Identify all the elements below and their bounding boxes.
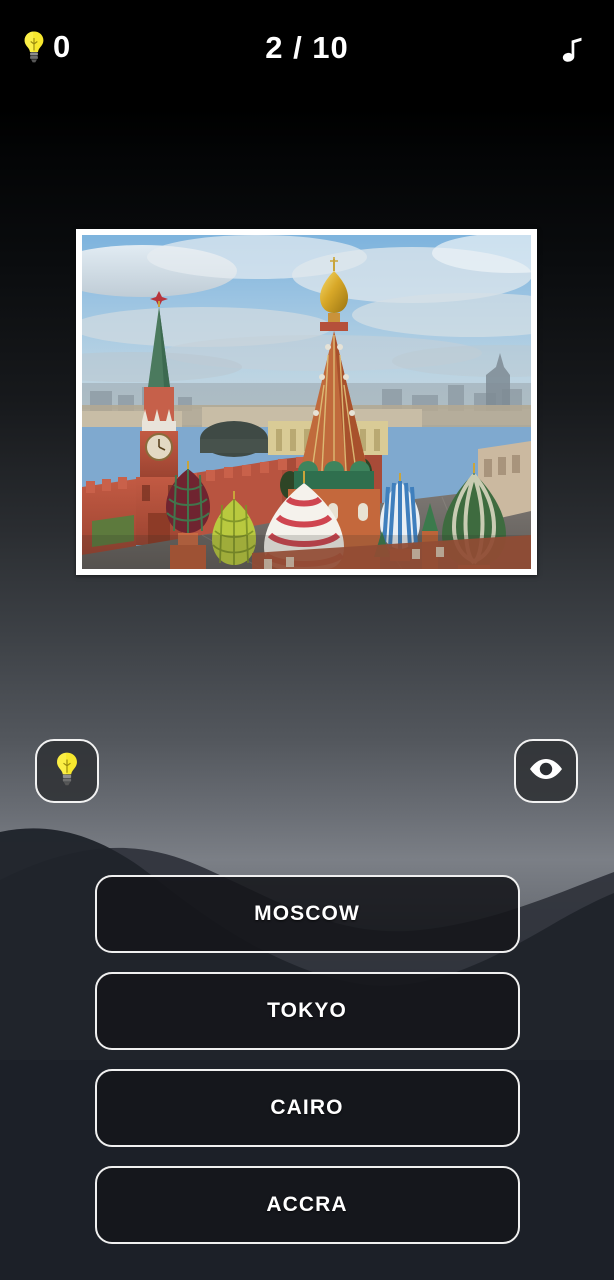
reveal-button[interactable] <box>514 739 578 803</box>
question-progress: 2 / 10 <box>265 30 349 65</box>
answer-option-2[interactable]: TOKYO <box>94 972 520 1050</box>
eye-icon <box>529 757 563 786</box>
quiz-screen: 0 2 / 10 MOSCOW TOKYO CAIRO ACCRA <box>0 0 614 1280</box>
music-note-icon[interactable] <box>556 30 588 66</box>
landmark-photo <box>82 235 531 569</box>
answer-option-3[interactable]: CAIRO <box>94 1069 520 1147</box>
answer-option-4[interactable]: ACCRA <box>94 1166 520 1244</box>
top-bar: 0 2 / 10 <box>0 0 614 108</box>
hint-button[interactable] <box>35 739 99 803</box>
answer-option-1[interactable]: MOSCOW <box>94 875 520 953</box>
landmark-photo-frame <box>76 229 537 575</box>
lightbulb-icon <box>54 751 80 792</box>
answer-options: MOSCOW TOKYO CAIRO ACCRA <box>0 875 614 1263</box>
